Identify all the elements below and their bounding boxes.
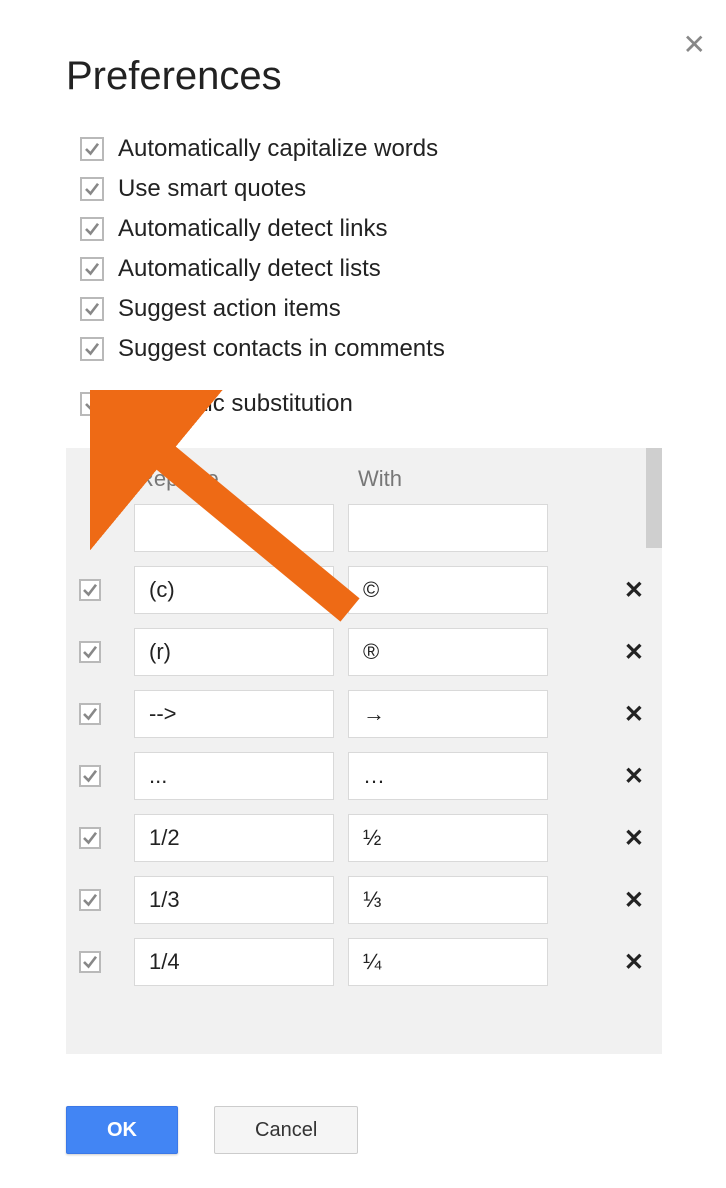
- row-checkbox[interactable]: [79, 579, 101, 601]
- option-label: Automatically capitalize words: [118, 135, 438, 163]
- ok-button[interactable]: OK: [66, 1106, 178, 1154]
- delete-row-icon[interactable]: ✕: [624, 886, 644, 915]
- new-with-input[interactable]: [348, 504, 548, 552]
- replace-input[interactable]: [134, 690, 334, 738]
- substitution-row: ✕: [66, 814, 662, 862]
- replace-input[interactable]: [134, 752, 334, 800]
- row-checkbox[interactable]: [79, 889, 101, 911]
- row-checkbox[interactable]: [79, 827, 101, 849]
- delete-row-icon[interactable]: ✕: [624, 576, 644, 605]
- option-label: Automatically detect links: [118, 215, 387, 243]
- close-icon[interactable]: ✕: [683, 28, 706, 61]
- checkmark-icon: [81, 581, 99, 599]
- replace-input[interactable]: [134, 938, 334, 986]
- row-checkbox[interactable]: [79, 641, 101, 663]
- with-input[interactable]: [348, 628, 548, 676]
- checkbox-detect-lists[interactable]: [80, 257, 104, 281]
- checkmark-icon: [81, 767, 99, 785]
- checkmark-icon: [83, 300, 101, 318]
- checkmark-icon: [83, 220, 101, 238]
- replace-input[interactable]: [134, 876, 334, 924]
- checkmark-icon: [83, 260, 101, 278]
- substitution-panel: Replace With ✕ ✕ ✕ ✕ ✕ ✕: [66, 448, 662, 1054]
- dialog-footer: OK Cancel: [66, 1106, 358, 1154]
- row-checkbox[interactable]: [79, 765, 101, 787]
- replace-input[interactable]: [134, 814, 334, 862]
- checkmark-icon: [81, 829, 99, 847]
- substitution-row: ✕: [66, 690, 662, 738]
- checkbox-suggest-contacts[interactable]: [80, 337, 104, 361]
- header-with: With: [358, 466, 402, 492]
- replace-input[interactable]: [134, 628, 334, 676]
- dialog-title: Preferences: [66, 54, 282, 99]
- checkbox-detect-links[interactable]: [80, 217, 104, 241]
- scrollbar-thumb[interactable]: [646, 448, 662, 548]
- checkbox-auto-capitalize[interactable]: [80, 137, 104, 161]
- substitution-row: ✕: [66, 938, 662, 986]
- substitution-row: ✕: [66, 876, 662, 924]
- option-label: Automatically detect lists: [118, 255, 381, 283]
- checkmark-icon: [83, 395, 101, 413]
- delete-row-icon[interactable]: ✕: [624, 638, 644, 667]
- checkbox-auto-substitution[interactable]: [80, 392, 104, 416]
- header-replace: Replace: [138, 466, 348, 492]
- option-label: Suggest contacts in comments: [118, 335, 445, 363]
- substitution-headers: Replace With: [66, 448, 662, 504]
- delete-row-icon[interactable]: ✕: [624, 700, 644, 729]
- option-label: Suggest action items: [118, 295, 341, 323]
- new-replace-input[interactable]: [134, 504, 334, 552]
- substitution-row: ✕: [66, 628, 662, 676]
- checkmark-icon: [81, 705, 99, 723]
- checkmark-icon: [81, 891, 99, 909]
- delete-row-icon[interactable]: ✕: [624, 824, 644, 853]
- checkbox-smart-quotes[interactable]: [80, 177, 104, 201]
- with-input[interactable]: [348, 938, 548, 986]
- row-checkbox[interactable]: [79, 703, 101, 725]
- checkmark-icon: [83, 140, 101, 158]
- row-checkbox[interactable]: [79, 951, 101, 973]
- substitution-new-row: [66, 504, 662, 552]
- with-input[interactable]: [348, 690, 548, 738]
- option-label: Use smart quotes: [118, 175, 306, 203]
- checkmark-icon: [83, 180, 101, 198]
- checkmark-icon: [81, 643, 99, 661]
- checkmark-icon: [83, 340, 101, 358]
- substitution-row: ✕: [66, 752, 662, 800]
- delete-row-icon[interactable]: ✕: [624, 762, 644, 791]
- with-input[interactable]: [348, 752, 548, 800]
- options-list: Automatically capitalize words Use smart…: [80, 135, 445, 375]
- auto-substitution-label: Automatic substitution: [118, 390, 353, 418]
- checkbox-action-items[interactable]: [80, 297, 104, 321]
- auto-substitution-row: Automatic substitution: [80, 390, 353, 430]
- checkmark-icon: [81, 953, 99, 971]
- delete-row-icon[interactable]: ✕: [624, 948, 644, 977]
- with-input[interactable]: [348, 876, 548, 924]
- with-input[interactable]: [348, 814, 548, 862]
- replace-input[interactable]: [134, 566, 334, 614]
- with-input[interactable]: [348, 566, 548, 614]
- substitution-row: ✕: [66, 566, 662, 614]
- cancel-button[interactable]: Cancel: [214, 1106, 358, 1154]
